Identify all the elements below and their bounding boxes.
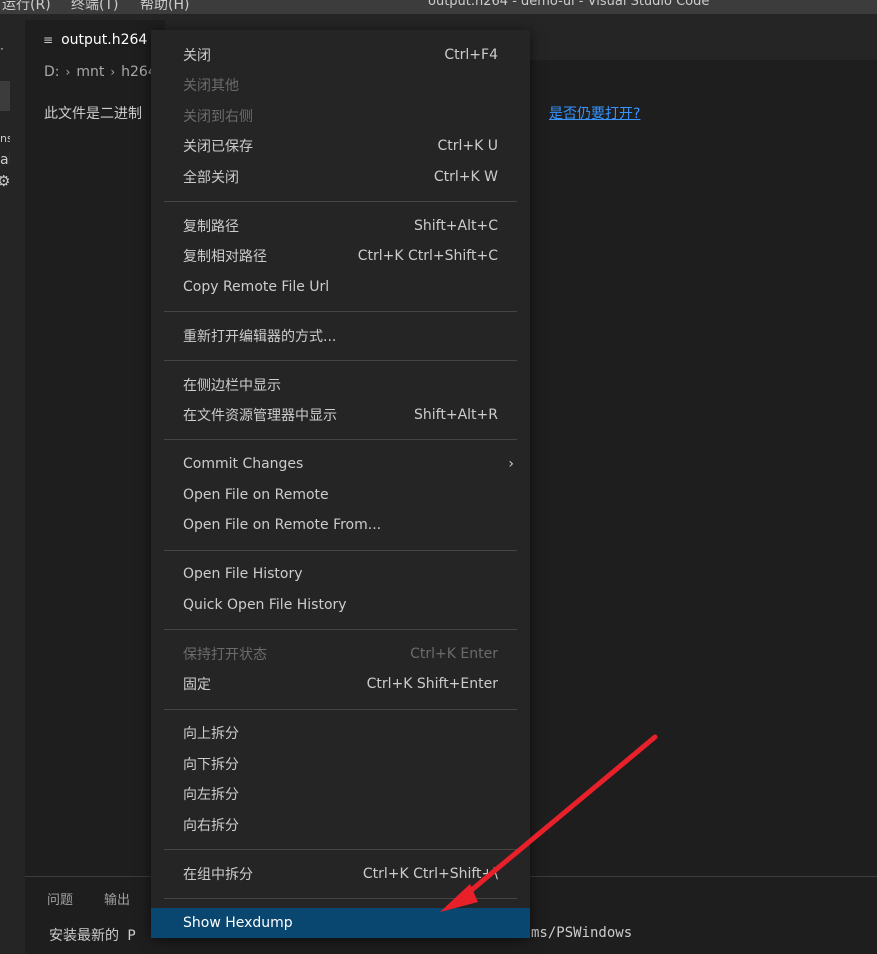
menu-item-close-to-right: 关闭到右侧 (151, 101, 530, 131)
menu-item-label: 关闭其他 (183, 78, 239, 94)
chevron-right-icon: › (508, 456, 514, 472)
menu-item-shortcut: Ctrl+K Enter (410, 646, 498, 662)
menu-item-label: 复制相对路径 (183, 249, 267, 265)
menu-item-label: Quick Open File History (183, 597, 347, 613)
menu-item-shortcut: Ctrl+K W (433, 169, 498, 185)
panel-tab-problems[interactable]: 问题 (47, 889, 73, 908)
menu-item-label: 保持打开状态 (183, 647, 267, 663)
menu-item-copy-relative-path[interactable]: 复制相对路径 Ctrl+K Ctrl+Shift+C (151, 241, 530, 271)
breadcrumb: D: › mnt › h264 (44, 64, 157, 80)
menu-item-label: 关闭已保存 (183, 139, 253, 155)
menu-item-open-file-history[interactable]: Open File History (151, 559, 530, 589)
menu-item-copy-remote-file-url[interactable]: Copy Remote File Url (151, 272, 530, 302)
menu-item-split-left[interactable]: 向左拆分 (151, 779, 530, 809)
menu-item-show-hexdump[interactable]: Show Hexdump (151, 908, 530, 938)
chevron-right-icon: › (65, 65, 71, 79)
menu-help[interactable]: 帮助(H) (140, 0, 189, 14)
menu-item-label: 重新打开编辑器的方式... (183, 329, 337, 345)
terminal-output: ms/PSWindows (531, 925, 633, 941)
window-title: output.h264 - demo-ui - Visual Studio Co… (428, 0, 710, 9)
binary-file-message: 此文件是二进制 (44, 106, 142, 122)
activity-bar: · ns al ⚙ (0, 14, 13, 954)
menu-item-close[interactable]: 关闭 Ctrl+F4 (151, 40, 530, 70)
menu-item-label: 复制路径 (183, 219, 239, 235)
menu-item-shortcut: Ctrl+K Shift+Enter (366, 676, 498, 692)
menu-item-label: Open File on Remote From... (183, 517, 382, 533)
editor-tab-context-menu: 关闭 Ctrl+F4 关闭其他 关闭到右侧 关闭已保存 Ctrl+K U 全部关… (151, 30, 530, 938)
menu-item-label: 向左拆分 (183, 787, 239, 803)
menu-item-open-file-on-remote[interactable]: Open File on Remote (151, 480, 530, 510)
menu-item-quick-open-file-history[interactable]: Quick Open File History (151, 590, 530, 620)
menu-separator (164, 360, 517, 361)
menu-item-shortcut: Shift+Alt+R (414, 407, 498, 423)
breadcrumb-item[interactable]: mnt (76, 64, 104, 80)
open-anyway-link[interactable]: 是否仍要打开? (549, 103, 640, 123)
menu-item-label: 关闭 (183, 48, 211, 64)
menu-separator (164, 898, 517, 899)
menu-item-label: Copy Remote File Url (183, 279, 330, 295)
menu-item-shortcut: Ctrl+K Ctrl+Shift+\ (362, 866, 498, 882)
menu-separator (164, 201, 517, 202)
menu-item-close-others: 关闭其他 (151, 70, 530, 100)
menu-item-label: 向右拆分 (183, 818, 239, 834)
menu-item-label: 固定 (183, 677, 211, 693)
menu-item-close-all[interactable]: 全部关闭 Ctrl+K W (151, 162, 530, 192)
menu-separator (164, 709, 517, 710)
sidebar-input-fragment[interactable] (0, 81, 10, 111)
menu-item-split-right[interactable]: 向右拆分 (151, 810, 530, 840)
menu-item-label: Open File History (183, 566, 303, 582)
menu-item-label: 向上拆分 (183, 726, 239, 742)
panel-tab-output[interactable]: 输出 (104, 889, 130, 908)
menu-item-split-in-group[interactable]: 在组中拆分 Ctrl+K Ctrl+Shift+\ (151, 859, 530, 889)
title-bar: 运行(R) 终端(T) 帮助(H) output.h264 - demo-ui … (0, 0, 877, 14)
menu-item-label: Commit Changes (183, 456, 304, 472)
menu-item-label: 关闭到右侧 (183, 109, 253, 125)
menu-item-label: 在组中拆分 (183, 867, 253, 883)
terminal-output: 安装最新的 P (49, 928, 136, 944)
menu-item-shortcut: Shift+Alt+C (413, 218, 498, 234)
menu-item-split-down[interactable]: 向下拆分 (151, 749, 530, 779)
menu-separator (164, 439, 517, 440)
menu-item-commit-changes[interactable]: Commit Changes › (151, 449, 530, 479)
menu-item-label: Open File on Remote (183, 487, 329, 503)
menu-item-copy-path[interactable]: 复制路径 Shift+Alt+C (151, 211, 530, 241)
menu-item-label: 在文件资源管理器中显示 (183, 408, 337, 424)
chevron-right-icon: › (110, 65, 116, 79)
menu-item-shortcut: Ctrl+F4 (444, 47, 498, 63)
tab-label: output.h264 (61, 32, 148, 48)
menu-item-close-saved[interactable]: 关闭已保存 Ctrl+K U (151, 131, 530, 161)
menu-item-keep-open: 保持打开状态 Ctrl+K Enter (151, 639, 530, 669)
sidebar-strip (10, 14, 25, 954)
menu-run[interactable]: 运行(R) (2, 0, 51, 14)
menu-separator (164, 311, 517, 312)
menu-item-pin[interactable]: 固定 Ctrl+K Shift+Enter (151, 669, 530, 699)
menu-item-reveal-in-sidebar[interactable]: 在侧边栏中显示 (151, 370, 530, 400)
menu-item-label: 在侧边栏中显示 (183, 378, 281, 394)
menu-separator (164, 629, 517, 630)
menu-item-shortcut: Ctrl+K Ctrl+Shift+C (357, 248, 498, 264)
menu-item-label: 向下拆分 (183, 757, 239, 773)
menu-item-split-up[interactable]: 向上拆分 (151, 718, 530, 748)
file-lines-icon: ≡ (43, 33, 54, 47)
menu-item-open-file-on-remote-from[interactable]: Open File on Remote From... (151, 510, 530, 540)
menu-item-label: Show Hexdump (183, 915, 293, 931)
breadcrumb-item[interactable]: D: (44, 64, 60, 80)
vscode-window: 运行(R) 终端(T) 帮助(H) output.h264 - demo-ui … (0, 0, 877, 954)
menu-item-label: 全部关闭 (183, 170, 239, 186)
menu-item-reveal-in-explorer[interactable]: 在文件资源管理器中显示 Shift+Alt+R (151, 400, 530, 430)
more-icon[interactable]: · (0, 42, 4, 56)
menu-item-reopen-editor-with[interactable]: 重新打开编辑器的方式... (151, 321, 530, 351)
tab-output-h264[interactable]: ≡ output.h264 (25, 20, 165, 60)
menu-terminal[interactable]: 终端(T) (71, 0, 118, 14)
menu-separator (164, 550, 517, 551)
menu-item-shortcut: Ctrl+K U (437, 138, 498, 154)
gear-icon[interactable]: ⚙ (0, 172, 10, 190)
menu-separator (164, 849, 517, 850)
